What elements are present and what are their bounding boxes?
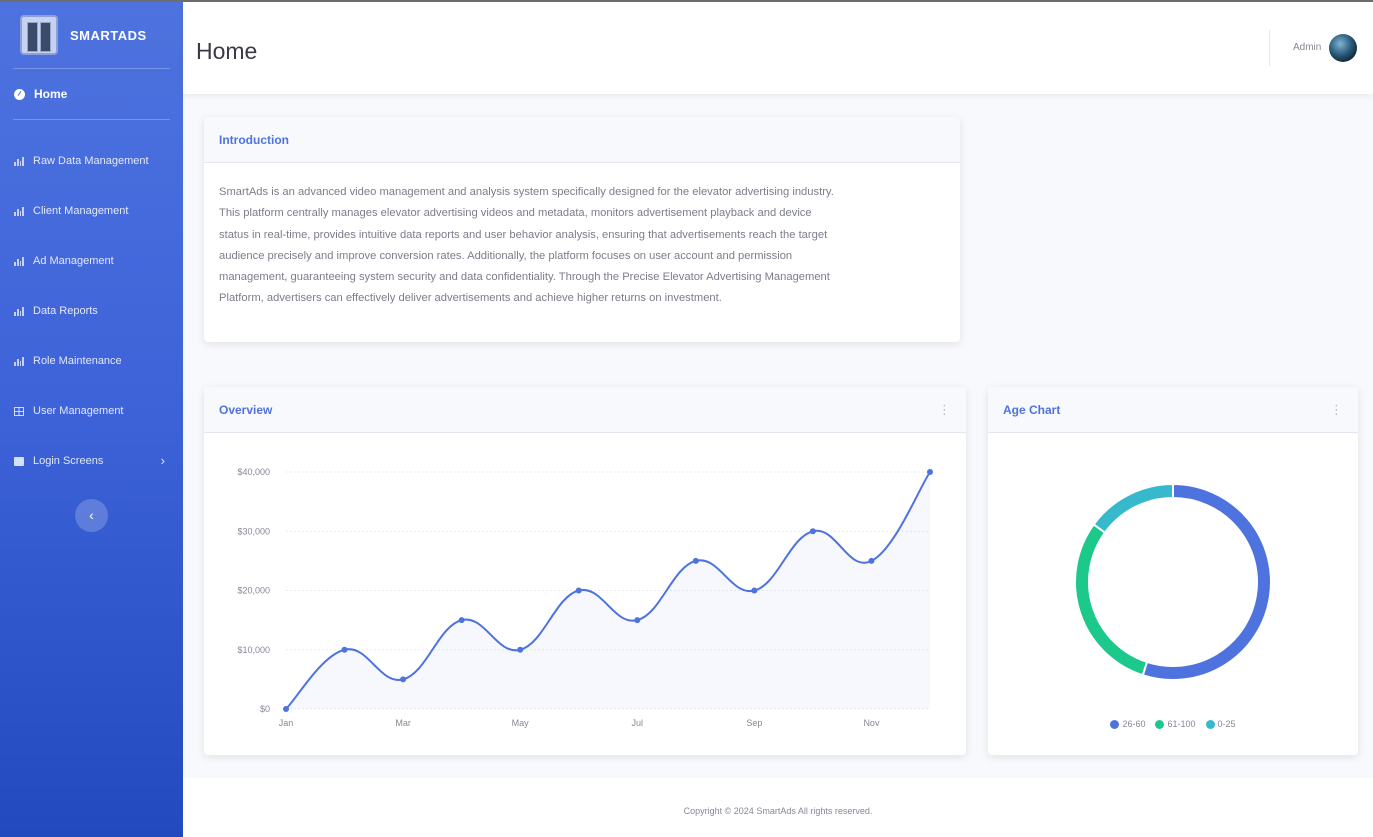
- topbar-divider: [1269, 30, 1270, 66]
- legend-swatch: [1155, 719, 1165, 729]
- chart-bar-icon: [14, 206, 24, 216]
- donut-slice: [1074, 522, 1149, 677]
- data-point: [458, 617, 465, 624]
- sidebar-item-user-management[interactable]: User Management: [0, 386, 183, 436]
- introduction-card: Introduction SmartAds is an advanced vid…: [204, 117, 960, 342]
- legend-item[interactable]: 0-25: [1205, 719, 1236, 729]
- intro-line: management, guaranteeing system security…: [219, 271, 830, 284]
- sidebar-item-client-management[interactable]: Client Management: [0, 186, 183, 236]
- footer: Copyright © 2024 SmartAds All rights res…: [183, 778, 1373, 837]
- sidebar-item-label: Data Reports: [33, 305, 98, 317]
- sidebar-item-data-reports[interactable]: Data Reports: [0, 286, 183, 336]
- card-title: Introduction: [219, 132, 289, 147]
- intro-line: SmartAds is an advanced video management…: [219, 186, 834, 198]
- sidebar-toggle-button[interactable]: ‹: [75, 499, 108, 532]
- age-chart-legend: 26-60 61-100 0-25: [988, 719, 1358, 729]
- legend-label: 26-60: [1122, 719, 1146, 729]
- sidebar-item-label: Raw Data Management: [33, 155, 149, 167]
- sidebar-item-ad-management[interactable]: Ad Management: [0, 236, 183, 286]
- user-name[interactable]: Admin: [1293, 42, 1321, 53]
- data-point: [517, 646, 524, 653]
- card-title: Overview: [219, 402, 273, 417]
- x-tick-label: Mar: [395, 718, 411, 728]
- more-options-icon[interactable]: ⋮: [1330, 402, 1343, 418]
- card-title: Age Chart: [1003, 402, 1061, 417]
- overview-line-chart: $0 $10,000 $20,000 $30,000 $40,000 Jan Mar May J…: [237, 467, 933, 728]
- x-tick-label: Jul: [632, 718, 644, 728]
- y-tick-label: $30,000: [237, 526, 270, 536]
- legend-item[interactable]: 61-100: [1155, 719, 1196, 729]
- intro-line: audience precisely and improve conversio…: [219, 249, 793, 262]
- chart-bar-icon: [14, 356, 24, 366]
- legend-swatch: [1110, 719, 1120, 729]
- elevator-icon: [20, 15, 58, 55]
- y-tick-label: $0: [260, 704, 270, 714]
- donut-slice: [1092, 482, 1174, 535]
- brand[interactable]: SMARTADS: [0, 2, 183, 68]
- data-point: [575, 587, 582, 594]
- more-options-icon[interactable]: ⋮: [938, 402, 951, 418]
- x-tick-label: May: [512, 718, 530, 728]
- overview-card: Overview ⋮ $0 $10,000 $20,000 $30,000 $40,00…: [204, 387, 966, 755]
- chart-bar-icon: [14, 156, 24, 166]
- gauge-icon: [14, 88, 25, 100]
- data-point: [400, 676, 407, 683]
- sidebar-item-raw-data-management[interactable]: Raw Data Management: [0, 136, 183, 186]
- card-header: Overview ⋮: [204, 387, 966, 433]
- legend-label: 61-100: [1167, 719, 1196, 729]
- sidebar-item-label: Role Maintenance: [33, 355, 122, 367]
- donut-slice: [1141, 482, 1272, 681]
- page-title: Home: [196, 38, 258, 64]
- sidebar-item-label: User Management: [33, 405, 124, 417]
- legend-item[interactable]: 26-60: [1110, 719, 1145, 729]
- data-point: [751, 587, 758, 594]
- y-tick-label: $10,000: [237, 645, 270, 655]
- sidebar-item-label: Home: [34, 87, 68, 101]
- chevron-left-icon: ‹: [89, 507, 94, 523]
- chart-bar-icon: [14, 306, 24, 316]
- age-chart-card: Age Chart ⋮ 26-60 61-100 0-25: [988, 387, 1358, 755]
- data-point: [692, 557, 699, 564]
- chevron-right-icon: ›: [160, 453, 165, 468]
- sidebar-item-home[interactable]: Home: [0, 69, 183, 119]
- age-donut-chart: [1074, 482, 1272, 681]
- sidebar-item-label: Login Screens: [33, 455, 104, 467]
- card-header: Introduction: [204, 117, 960, 163]
- chart-bar-icon: [14, 256, 24, 266]
- brand-name: SMARTADS: [70, 27, 147, 43]
- table-icon: [14, 406, 24, 416]
- data-point: [283, 706, 289, 712]
- y-tick-label: $40,000: [237, 467, 270, 477]
- intro-line: status in real-time, provides intuitive …: [219, 228, 828, 241]
- data-point: [868, 557, 875, 564]
- x-tick-label: Jan: [279, 718, 294, 728]
- data-point: [809, 528, 816, 535]
- sidebar-item-role-maintenance[interactable]: Role Maintenance: [0, 336, 183, 386]
- data-point: [927, 469, 933, 475]
- data-point: [341, 646, 348, 653]
- data-point: [634, 617, 641, 624]
- x-tick-label: Sep: [746, 718, 762, 728]
- x-tick-label: Nov: [863, 718, 880, 728]
- sidebar-item-login-screens[interactable]: Login Screens ›: [0, 436, 183, 486]
- y-tick-label: $20,000: [237, 586, 270, 596]
- sidebar-item-label: Ad Management: [33, 255, 114, 267]
- legend-swatch: [1205, 719, 1215, 729]
- folder-icon: [14, 456, 24, 466]
- sidebar: SMARTADS Home Raw Data Management Client…: [0, 2, 183, 837]
- avatar[interactable]: [1329, 34, 1357, 62]
- copyright-text: Copyright © 2024 SmartAds All rights res…: [683, 806, 873, 816]
- topbar: Home Admin: [183, 2, 1373, 94]
- card-header: Age Chart ⋮: [988, 387, 1358, 433]
- intro-line: Platform, advertisers can effectively de…: [219, 292, 722, 305]
- legend-label: 0-25: [1217, 719, 1236, 729]
- introduction-text: SmartAds is an advanced video management…: [204, 163, 960, 329]
- sidebar-item-label: Client Management: [33, 205, 129, 217]
- sidebar-divider: [13, 119, 170, 120]
- intro-line: This platform centrally manages elevator…: [219, 207, 812, 220]
